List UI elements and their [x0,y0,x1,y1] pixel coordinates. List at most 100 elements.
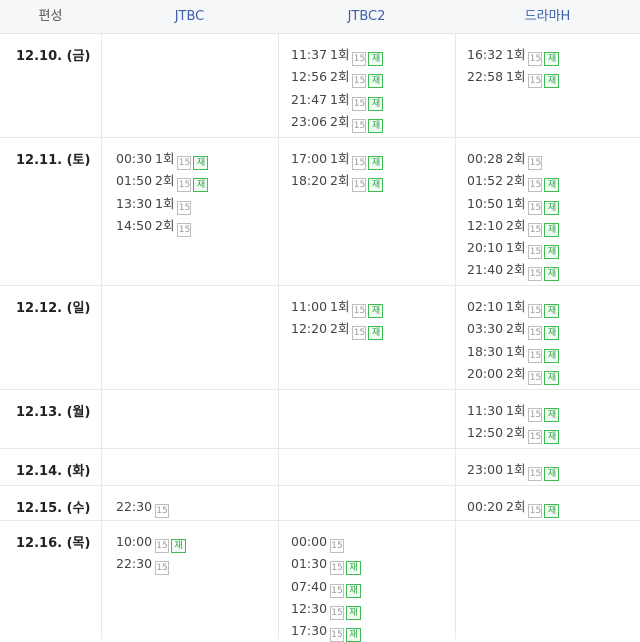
airing-item[interactable]: 12:20 2회 15 재 [291,318,384,341]
airing-item[interactable]: 14:50 2회 15 [116,215,208,237]
header-day-column: 편성 [0,0,101,34]
age-rating-15-badge: 15 [352,74,367,89]
column-divider [278,286,279,389]
schedule-row: 12.12. (일) 11:00 1회 15 재 12:20 2회 15 재 02:10 1회 15 재… [0,286,640,390]
column-divider [455,286,456,389]
age-rating-15-badge: 15 [528,267,543,282]
airing-item[interactable]: 11:00 1회 15 재 [291,296,384,318]
episode-label: 1회 [155,195,175,211]
airing-item[interactable]: 13:30 1회 15 [116,193,208,215]
schedule-row: 12.16. (목) 10:00 15 재 22:30 15 00:00 15 01:30 15 재… [0,521,640,642]
airing-time: 13:30 [116,195,153,211]
airing-item[interactable]: 02:10 1회 15 재 [467,296,560,318]
rerun-badge: 재 [544,408,560,422]
airing-time: 11:37 [291,47,328,62]
airing-item[interactable]: 11:37 1회 15 재 [291,44,384,66]
rerun-badge: 재 [368,118,384,133]
column-divider [455,486,456,520]
airing-item[interactable]: 17:00 1회 15 재 [291,148,384,170]
episode-label: 2회 [506,365,526,381]
airing-item[interactable]: 01:30 15 재 [291,553,362,576]
rerun-badge: 재 [346,628,362,642]
age-rating-15-badge: 15 [330,561,345,576]
episode-label: 2회 [155,173,175,189]
airing-item[interactable]: 00:00 15 [291,531,361,553]
airing-item[interactable]: 00:20 2회 15 재 [467,496,560,518]
airing-item[interactable]: 21:40 2회 15 재 [467,259,560,282]
rerun-badge: 재 [544,326,560,341]
age-rating-15-badge: 15 [330,628,345,642]
episode-label: 2회 [155,217,175,233]
rerun-badge: 재 [368,96,384,111]
airing-item[interactable]: 20:00 2회 15 재 [467,363,560,385]
airing-item[interactable]: 23:00 1회 15 재 [467,459,560,481]
rerun-badge: 재 [346,583,362,598]
row-date: 12.12. (일) [16,301,91,316]
episode-label: 1회 [330,91,350,107]
episode-label: 1회 [506,240,526,256]
age-rating-15-badge: 15 [528,74,543,89]
episode-label: 2회 [330,173,350,189]
row-date: 12.13. (월) [16,405,91,420]
column-divider [278,138,279,285]
airing-time: 12:30 [291,600,328,616]
airing-time: 14:50 [116,217,153,233]
airing-time: 12:10 [467,217,504,233]
airing-item[interactable]: 00:28 2회 15 [467,148,559,170]
episode-label: 1회 [506,299,526,314]
airing-time: 22:58 [467,69,504,85]
airing-item[interactable]: 12:56 2회 15 재 [291,66,384,89]
rerun-badge: 재 [544,370,560,385]
row-date: 12.16. (목) [16,536,91,551]
episode-label: 2회 [506,499,526,514]
airing-item[interactable]: 01:50 2회 15 재 [116,170,209,193]
age-rating-15-badge: 15 [330,583,345,598]
airing-item[interactable]: 12:30 15 재 [291,598,362,620]
airing-item[interactable]: 18:30 1회 15 재 [467,341,560,363]
airing-item[interactable]: 07:40 15 재 [291,576,362,598]
column-divider [278,486,279,520]
airing-item[interactable]: 12:50 2회 15 재 [467,422,560,445]
airing-time: 21:47 [291,91,328,107]
age-rating-15-badge: 15 [352,326,367,341]
airing-time: 07:40 [291,578,328,594]
episode-label: 1회 [155,151,175,166]
channel-cell: 22:30 15 [116,496,170,518]
airing-item[interactable]: 22:30 15 [116,496,170,518]
airing-item[interactable]: 21:47 1회 15 재 [291,89,384,111]
airing-time: 03:30 [467,321,504,337]
episode-label: 2회 [330,69,350,85]
airing-time: 22:30 [116,499,153,514]
rerun-badge: 재 [193,178,209,193]
rerun-badge: 재 [171,539,187,553]
rerun-badge: 재 [544,222,560,237]
airing-time: 12:20 [291,321,328,337]
airing-item[interactable]: 10:00 15 재 [116,531,187,553]
header-channel-jtbc2: JTBC2 [278,0,455,34]
broadcast-schedule-table: 편성 JTBC JTBC2 드라마H 12.10. (금) 11:37 1회 15 재 1… [0,0,640,642]
airing-item[interactable]: 23:06 2회 15 재 [291,111,384,133]
episode-label: 2회 [330,321,350,337]
rerun-badge: 재 [368,52,384,66]
header-channel-jtbc: JTBC [101,0,278,34]
channel-cell: 10:00 15 재 22:30 15 [116,531,187,576]
airing-item[interactable]: 03:30 2회 15 재 [467,318,560,341]
row-date: 12.10. (금) [16,49,91,64]
airing-item[interactable]: 20:10 1회 15 재 [467,237,560,260]
airing-item[interactable]: 22:58 1회 15 재 [467,66,560,89]
airing-item[interactable]: 16:32 1회 15 재 [467,44,560,66]
airing-time: 00:00 [291,534,328,549]
airing-item[interactable]: 01:52 2회 15 재 [467,170,560,193]
airing-item[interactable]: 11:30 1회 15 재 [467,400,560,422]
airing-time: 20:00 [467,365,504,381]
channel-cell: 00:00 15 01:30 15 재 07:40 15 재 12:30 15 재 17:30 15 재 [291,531,362,642]
airing-item[interactable]: 10:50 1회 15 재 [467,193,560,215]
age-rating-15-badge: 15 [528,52,543,66]
airing-item[interactable]: 18:20 2회 15 재 [291,170,384,193]
age-rating-15-badge: 15 [528,178,543,193]
airing-time: 17:30 [291,623,328,639]
airing-item[interactable]: 12:10 2회 15 재 [467,215,560,237]
column-divider [278,521,279,639]
airing-item[interactable]: 00:30 1회 15 재 [116,148,209,170]
airing-item[interactable]: 22:30 15 [116,553,186,576]
